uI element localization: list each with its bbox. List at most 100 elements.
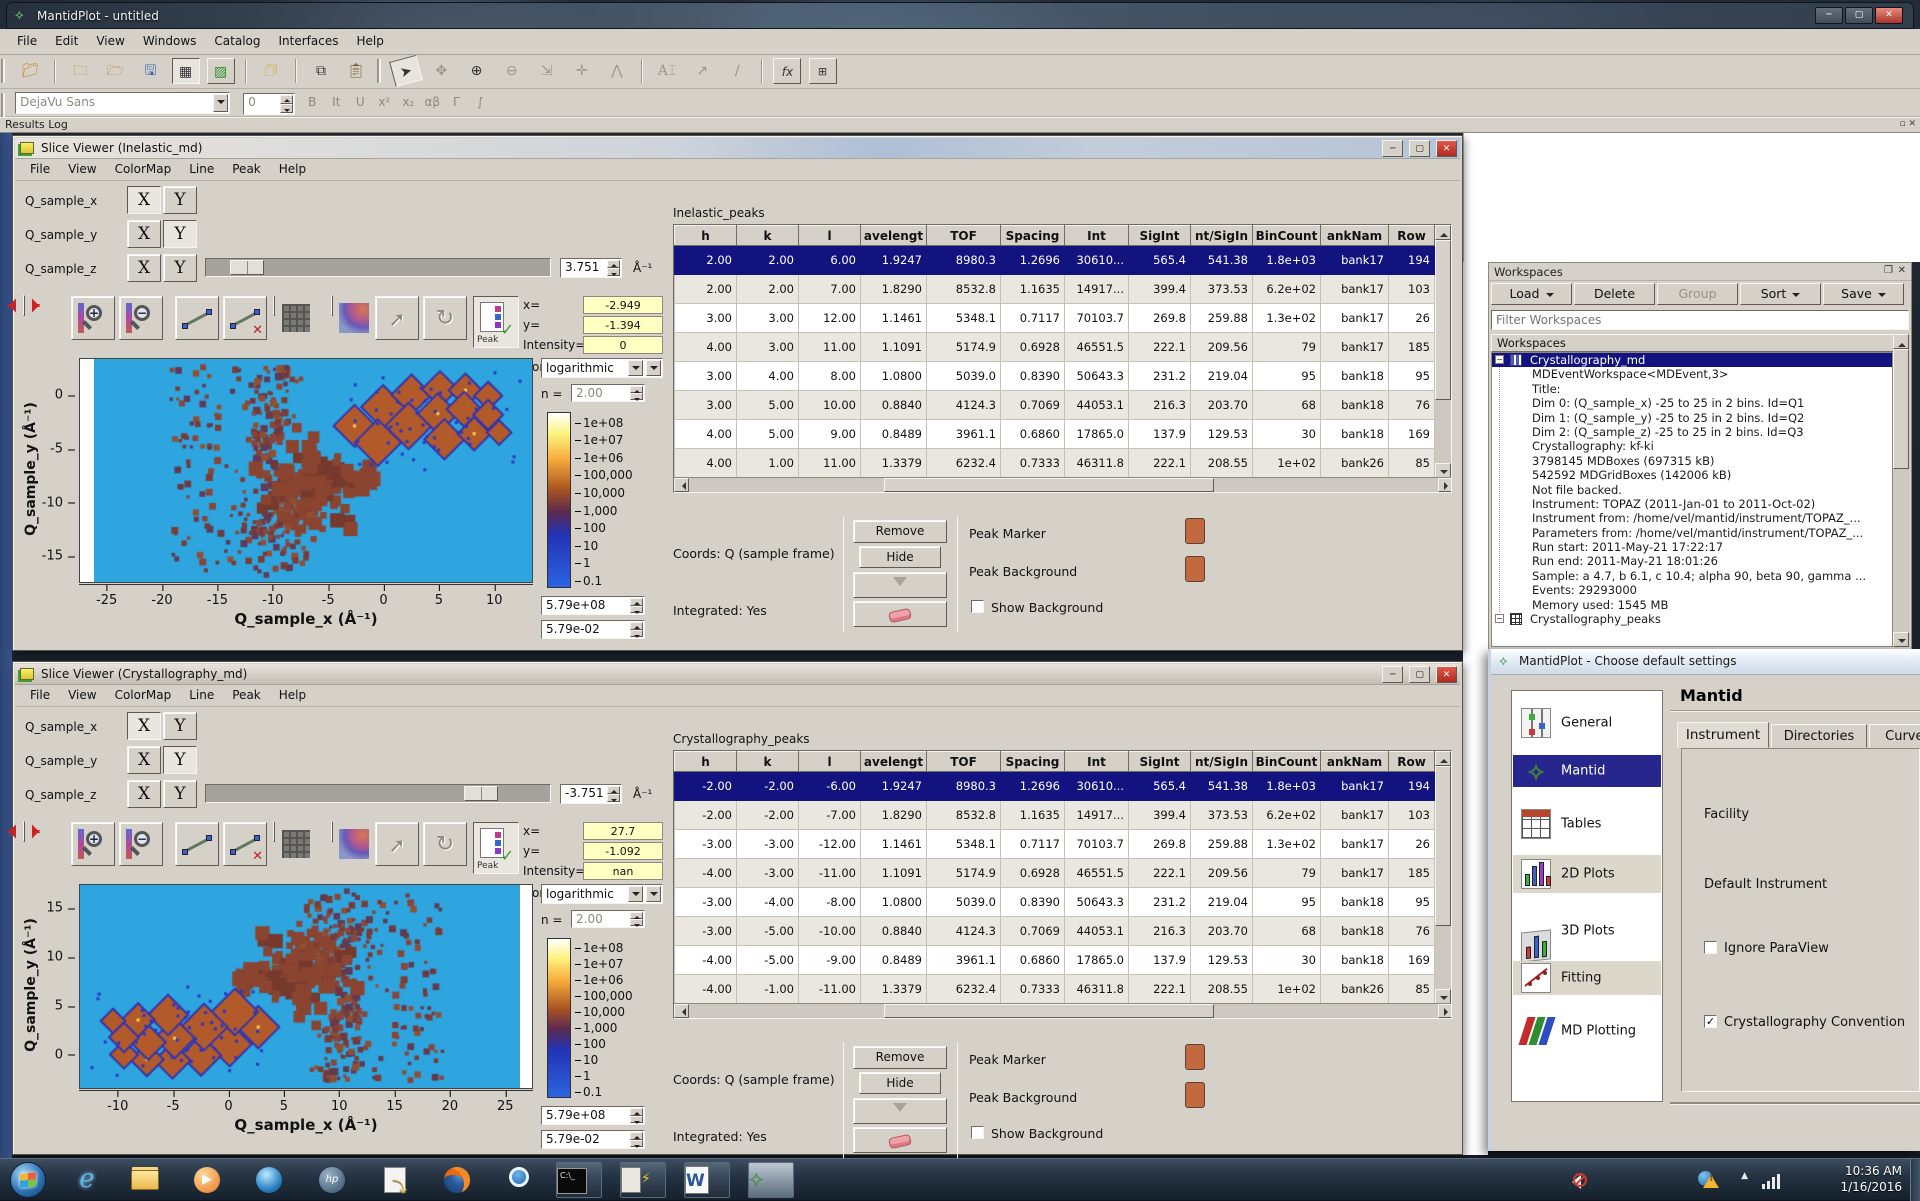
show-background-checkbox[interactable] bbox=[971, 600, 984, 613]
power-n-spinner[interactable]: 2.00 bbox=[571, 384, 645, 402]
recalculate-icon[interactable]: ⊞ bbox=[809, 58, 837, 84]
tree-item[interactable]: Title: bbox=[1492, 382, 1892, 396]
menu-colormap[interactable]: ColorMap bbox=[106, 685, 181, 702]
new-table-grid-icon[interactable]: ▦ bbox=[172, 58, 200, 84]
category-mantid[interactable]: ⟡ Mantid bbox=[1513, 755, 1661, 787]
word-window-button[interactable]: W bbox=[684, 1162, 730, 1198]
column-header-sigint[interactable]: SigInt bbox=[1129, 752, 1191, 772]
column-header-int[interactable]: Int bbox=[1065, 226, 1129, 246]
peak-marker-color-swatch[interactable] bbox=[1185, 518, 1205, 544]
column-header-spacing[interactable]: Spacing bbox=[1001, 226, 1065, 246]
close-button[interactable]: ✕ bbox=[1875, 7, 1903, 24]
menu-line[interactable]: Line bbox=[180, 159, 223, 176]
peak-background-color-swatch[interactable] bbox=[1185, 556, 1205, 582]
spin-down-icon[interactable] bbox=[280, 104, 293, 113]
workspaces-button-sort[interactable]: Sort bbox=[1740, 283, 1821, 305]
hide-peaks-button[interactable]: Hide bbox=[859, 1072, 941, 1094]
tree-item[interactable]: Parameters from: /home/vel/mantid/instru… bbox=[1492, 526, 1892, 540]
float-panel-icon[interactable]: ▫ bbox=[1899, 119, 1905, 129]
zoom-in-icon[interactable]: + bbox=[71, 822, 115, 866]
image-plot-icon[interactable]: ▨ bbox=[207, 58, 235, 84]
font-family-dropdown-arrow[interactable] bbox=[213, 94, 228, 112]
slice-position-spinner[interactable]: 3.751 bbox=[560, 258, 622, 278]
y-axis-toggle[interactable]: Y bbox=[163, 254, 197, 282]
tray-expand-icon[interactable]: ▲ bbox=[1741, 1171, 1748, 1181]
table-row[interactable]: -4.00-3.00-11.001.10915174.90.692846551.… bbox=[675, 859, 1435, 888]
hide-peaks-button[interactable]: Hide bbox=[859, 546, 941, 568]
script-window-icon[interactable]: 🗇︎ bbox=[257, 58, 285, 84]
colorbar-max-spinner[interactable]: 5.79e+08 bbox=[541, 1106, 645, 1125]
tab-directories[interactable]: Directories bbox=[1771, 724, 1867, 748]
table-row[interactable]: -4.00-5.00-9.000.84893961.10.686017865.0… bbox=[675, 946, 1435, 975]
category-tables[interactable]: Tables bbox=[1513, 801, 1661, 847]
filter-peaks-button[interactable] bbox=[853, 1098, 947, 1124]
column-header-bincount[interactable]: BinCount bbox=[1253, 752, 1321, 772]
column-header-row[interactable]: Row bbox=[1389, 226, 1435, 246]
filter-workspaces-input[interactable] bbox=[1491, 310, 1909, 330]
peak-background-color-swatch[interactable] bbox=[1185, 1082, 1205, 1108]
workspaces-tree-header[interactable]: Workspaces bbox=[1491, 334, 1909, 352]
font-family-select[interactable]: DejaVu Sans bbox=[15, 92, 230, 114]
column-header-anknam[interactable]: ankNam bbox=[1321, 752, 1389, 772]
tree-item[interactable]: −Crystallography_md bbox=[1492, 353, 1892, 367]
column-header-h[interactable]: h bbox=[675, 752, 737, 772]
close-button[interactable]: ✕ bbox=[1436, 666, 1457, 683]
media-player-icon[interactable]: ▶ bbox=[190, 1164, 224, 1196]
table-row[interactable]: -4.00-1.00-11.001.33796232.40.733346311.… bbox=[675, 975, 1435, 1004]
refresh-icon[interactable]: ↻ bbox=[423, 296, 467, 340]
category-general[interactable]: General bbox=[1513, 701, 1661, 745]
mantidplot-window-button[interactable]: ⟡ bbox=[748, 1162, 794, 1198]
terminal-window-button[interactable]: C:\_ bbox=[556, 1162, 602, 1198]
format-button-x-[interactable]: x² bbox=[372, 91, 396, 113]
x-axis-toggle[interactable]: X bbox=[127, 780, 161, 808]
tree-item[interactable]: Dim 1: (Q_sample_y) -25 to 25 in 2 bins.… bbox=[1492, 411, 1892, 425]
new-matrix-icon[interactable]: 🗁︎ bbox=[101, 58, 129, 84]
save-project-icon[interactable]: 🖫︎ bbox=[136, 58, 164, 84]
table-vertical-scrollbar[interactable] bbox=[1435, 225, 1451, 478]
slice-position-slider[interactable] bbox=[205, 784, 551, 803]
toolbar-grip[interactable] bbox=[379, 59, 383, 83]
minimize-button[interactable]: ─ bbox=[1382, 666, 1403, 683]
tree-item[interactable]: Dim 0: (Q_sample_x) -25 to 25 in 2 bins.… bbox=[1492, 396, 1892, 410]
file-explorer-icon[interactable] bbox=[128, 1164, 162, 1196]
peaks-overlay-button[interactable]: Peak ✓ bbox=[473, 296, 519, 348]
y-axis-toggle[interactable]: Y bbox=[163, 746, 197, 774]
color-scale-dropdown-arrow[interactable] bbox=[628, 886, 643, 902]
tree-expander-icon[interactable]: − bbox=[1495, 355, 1504, 364]
y-axis-toggle[interactable]: Y bbox=[163, 780, 197, 808]
category-md-plotting[interactable]: MD Plotting bbox=[1513, 1009, 1661, 1053]
spin-up-icon[interactable] bbox=[280, 95, 293, 104]
open-project-icon[interactable]: 📁︎ bbox=[16, 58, 44, 84]
menu-colormap[interactable]: ColorMap bbox=[106, 159, 181, 176]
ignore-paraview-checkbox[interactable] bbox=[1704, 941, 1717, 954]
remove-line-icon[interactable]: ✕ bbox=[223, 296, 267, 340]
toggle-grid-icon[interactable] bbox=[273, 821, 275, 842]
table-row[interactable]: 2.002.007.001.82908532.81.163514917...39… bbox=[675, 275, 1435, 304]
format-button-u[interactable]: U bbox=[348, 91, 372, 113]
column-header-bincount[interactable]: BinCount bbox=[1253, 226, 1321, 246]
format-button--[interactable]: ∫ bbox=[468, 91, 492, 113]
table-row[interactable]: -3.00-5.00-10.000.88404124.30.706944053.… bbox=[675, 917, 1435, 946]
reset-zoom-icon[interactable] bbox=[23, 821, 25, 842]
workspaces-panel-header[interactable]: Workspaces ❐ ✕ bbox=[1489, 263, 1911, 281]
tree-item[interactable]: Sample: a 4.7, b 6.1, c 10.4; alpha 90, … bbox=[1492, 569, 1892, 583]
tree-item[interactable]: 542592 MDGridBoxes (142006 kB) bbox=[1492, 468, 1892, 482]
remove-line-icon[interactable]: ✕ bbox=[223, 822, 267, 866]
hp-utility-icon[interactable]: hp bbox=[315, 1164, 349, 1196]
column-header-anknam[interactable]: ankNam bbox=[1321, 226, 1389, 246]
colormap-icon[interactable] bbox=[331, 821, 333, 842]
menu-view[interactable]: View bbox=[59, 685, 105, 702]
remove-peak-button[interactable]: Remove bbox=[853, 1046, 947, 1069]
format-button--[interactable]: Γ bbox=[444, 91, 468, 113]
peaks-overlay-button[interactable]: Peak ✓ bbox=[473, 822, 519, 874]
norm-dropdown-arrow[interactable] bbox=[646, 360, 661, 376]
slice-plot[interactable] bbox=[79, 358, 533, 583]
column-header-nt/sigin[interactable]: nt/SigIn bbox=[1191, 226, 1253, 246]
paste-icon[interactable]: 📋︎ bbox=[342, 58, 370, 84]
table-row[interactable]: 4.003.0011.001.10915174.90.692846551.522… bbox=[675, 333, 1435, 362]
table-row[interactable]: 3.005.0010.000.88404124.30.706944053.121… bbox=[675, 391, 1435, 420]
menu-catalog[interactable]: Catalog bbox=[205, 29, 269, 55]
colorbar-gradient[interactable] bbox=[547, 412, 571, 588]
column-header-tof[interactable]: TOF bbox=[927, 752, 1001, 772]
zoom-in-icon[interactable]: ⊕ bbox=[463, 58, 491, 84]
